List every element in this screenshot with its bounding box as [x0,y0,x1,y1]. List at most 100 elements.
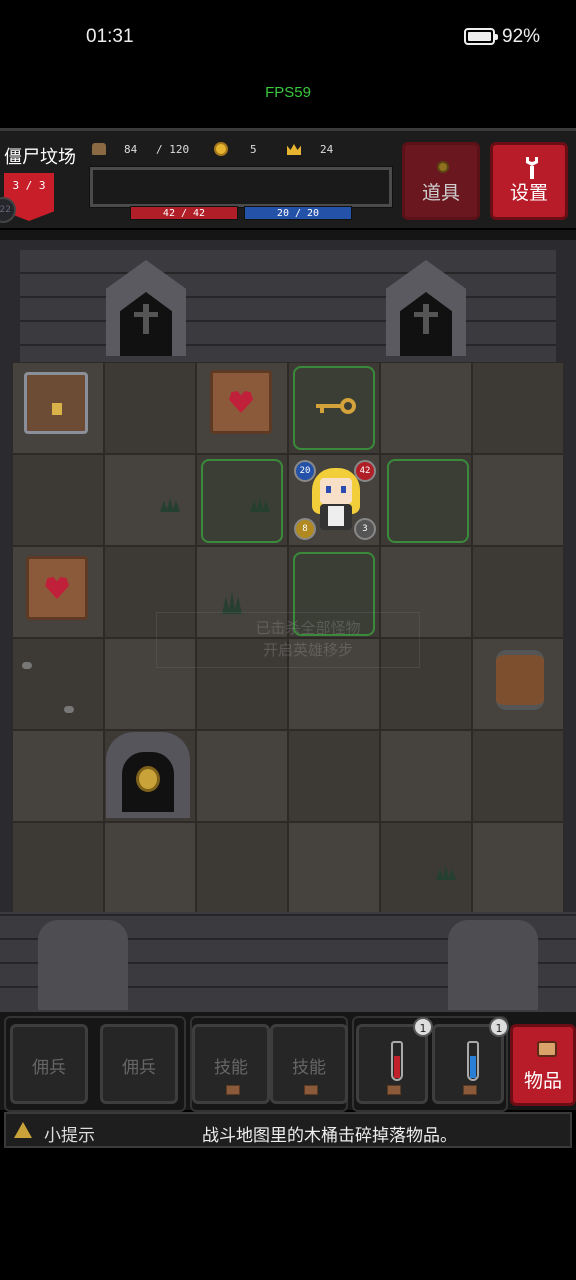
skill-slot-2[interactable]: 技能 [270,1024,348,1104]
battery-fill [468,32,491,41]
items-button-label: 道具 [421,182,460,204]
resource-stats: 84 / 120 5 24 [92,141,392,161]
mini-chest-icon [387,1085,401,1095]
move-target-left[interactable] [201,459,283,543]
stone-pillar [448,920,538,1010]
floor-tile[interactable] [380,822,472,914]
floor-tile[interactable] [12,454,104,546]
potion-liquid [394,1056,400,1078]
lock-icon [52,403,62,415]
floor-tile[interactable] [196,822,288,914]
floor-tile[interactable] [472,730,564,822]
top-hud: 僵尸坟场 3 / 3 22 84 / 120 5 24 42 / 42 20 /… [0,128,576,228]
floor-tile[interactable] [472,546,564,638]
stone-pillar [38,920,128,1010]
food-value: 84 [124,143,138,156]
move-target-right[interactable] [387,459,469,543]
slot-label: 佣兵 [32,1058,66,1078]
floor-tile[interactable] [12,730,104,822]
golden-key[interactable] [316,398,356,414]
blue-potion-icon [467,1041,479,1081]
shrine-altar[interactable] [106,732,190,818]
faded-notice-line1: 已击杀全部怪物 [255,619,361,637]
mercenary-slot-1[interactable]: 佣兵 [10,1024,88,1104]
floor-tile[interactable] [12,638,104,730]
floor-tile[interactable] [104,362,196,454]
floor-tile[interactable] [472,822,564,914]
floor-tile[interactable] [196,730,288,822]
key-tooth [320,408,324,413]
floor-progress: 3 / 3 [12,179,46,192]
red-potion-icon [391,1041,403,1081]
pebble [64,706,74,713]
fps-counter: FPS59 [265,84,311,101]
settings-button[interactable]: 设置 [490,142,568,220]
cross-icon [143,304,149,334]
battery-icon [464,28,498,45]
backpack-icon [537,1041,557,1057]
floor-tile[interactable] [472,454,564,546]
clock: 01:31 [86,26,134,47]
shrine-emblem-icon [136,766,160,792]
floor-tile[interactable] [288,730,380,822]
mini-chest-icon [304,1085,318,1095]
potion-count: 1 [413,1017,433,1037]
hero-face [320,478,352,504]
floor-tile[interactable] [472,362,564,454]
inventory-button-label: 物品 [523,1070,562,1092]
food-max: / 120 [156,143,190,156]
warning-icon [14,1122,32,1138]
mp-bar: 20 / 20 [244,206,352,220]
hero-mp-badge: 20 [294,460,316,482]
crown-value: 24 [320,143,334,156]
heart-icon [229,391,253,413]
treasure-chest[interactable] [24,372,88,434]
top-wall [20,250,556,368]
floor-tile[interactable] [104,822,196,914]
tip-label: 小提示 [44,1126,95,1146]
tip-bar: 小提示 战斗地图里的木桶击碎掉落物品。 [4,1112,572,1148]
heart-scroll[interactable] [26,556,88,620]
cross-icon-bar [414,312,438,317]
heart-icon [45,577,69,599]
hero-hp-badge: 42 [354,460,376,482]
coin-icon [437,161,449,173]
battery-cap [495,34,498,40]
status-bar: 01:31 92% [0,0,576,80]
slot-label: 技能 [214,1058,248,1078]
mini-chest-icon [463,1085,477,1095]
floor-tile[interactable] [380,362,472,454]
hero-def-badge: 3 [354,518,376,540]
dungeon-map: 已击杀全部怪物 开启英雄移步 20 42 8 3 [0,230,576,1010]
red-potion-slot[interactable]: 1 [356,1017,433,1104]
skill-slot-1[interactable]: 技能 [192,1024,270,1104]
items-button[interactable]: 道具 [402,142,480,220]
floor-tile[interactable] [12,822,104,914]
battery-percent: 92% [502,26,541,47]
gold-coin-icon [214,142,228,156]
slot-label: 佣兵 [122,1058,156,1078]
hero-character[interactable]: 20 42 8 3 [294,458,376,540]
hp-bar: 42 / 42 [130,206,238,220]
cross-icon [423,304,429,334]
key-bow [340,398,356,414]
floor-tile[interactable] [380,730,472,822]
wrench-icon [526,157,538,179]
pebble [22,662,32,669]
slot-label: 技能 [292,1058,326,1078]
hero-apron [328,506,344,526]
mini-chest-icon [226,1085,240,1095]
blue-potion-slot[interactable]: 1 [432,1017,509,1104]
floor-tile[interactable] [104,454,196,546]
mercenary-slot-2[interactable]: 佣兵 [100,1024,178,1104]
action-bar: 佣兵 佣兵 技能 技能 1 1 物品 [0,1010,576,1112]
heart-scroll[interactable] [210,370,272,434]
cross-icon-bar [134,312,158,317]
hero-eye [326,486,331,493]
crown-icon [287,144,301,155]
inventory-button[interactable]: 物品 [510,1024,576,1106]
hero-eye [341,486,346,493]
wooden-barrel[interactable] [496,650,544,710]
potion-count: 1 [489,1017,509,1037]
floor-tile[interactable] [288,822,380,914]
